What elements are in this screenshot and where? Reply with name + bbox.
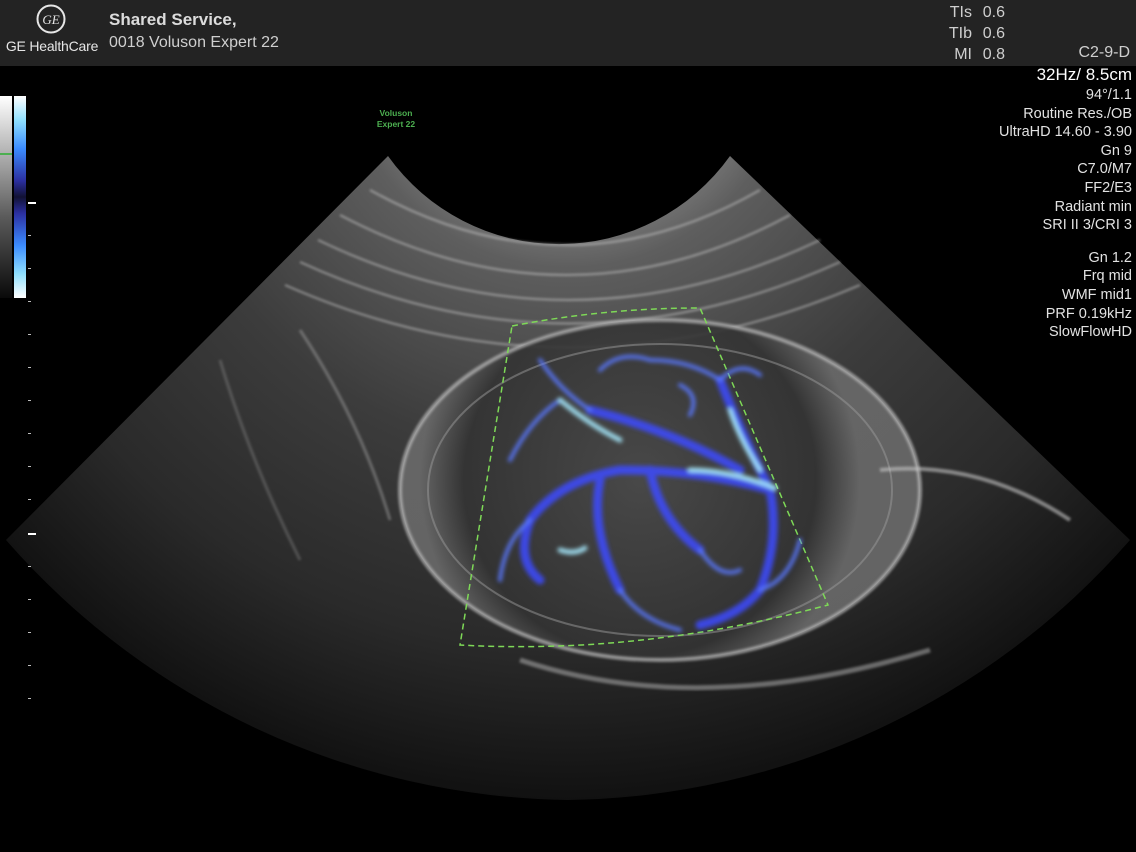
tis-label: TIs bbox=[949, 4, 972, 21]
depth-tick-major bbox=[28, 533, 36, 535]
frame-rate-depth: 32Hz/ 8.5cm bbox=[1036, 65, 1132, 84]
logo-text: GE HealthCare bbox=[5, 38, 99, 54]
cm-param: C7.0/M7 bbox=[1077, 161, 1132, 178]
tis-row: TIs 0.6 bbox=[930, 2, 1005, 23]
angle-param: 94°/1.1 bbox=[1085, 87, 1132, 103]
safety-indices: TIs 0.6 TIb 0.6 MI 0.8 bbox=[930, 2, 1005, 65]
flow-mode-param: SlowFlowHD bbox=[1049, 324, 1132, 341]
mi-row: MI 0.8 bbox=[930, 44, 1005, 65]
depth-tick bbox=[28, 665, 31, 666]
depth-tick-major bbox=[28, 202, 36, 204]
ultrasound-image[interactable] bbox=[0, 0, 1136, 852]
radiant-param: Radiant min bbox=[1054, 198, 1132, 215]
depth-tick bbox=[28, 334, 31, 335]
prf-param: PRF 0.19kHz bbox=[1045, 305, 1132, 322]
probe-name: C2-9-D bbox=[1078, 44, 1130, 61]
color-map-bars bbox=[0, 96, 28, 298]
depth-tick bbox=[28, 599, 31, 600]
preset-param: Routine Res./OB bbox=[1023, 105, 1132, 122]
mi-label: MI bbox=[954, 46, 972, 63]
mi-value: 0.8 bbox=[982, 46, 1005, 63]
gray-map-marker bbox=[0, 153, 12, 155]
tib-value: 0.6 bbox=[982, 25, 1005, 42]
depth-tick bbox=[28, 632, 31, 633]
depth-tick bbox=[28, 235, 31, 236]
ff-param: FF2/E3 bbox=[1084, 179, 1132, 196]
color-gain-param: Gn 1.2 bbox=[1088, 249, 1132, 266]
flow-color-bar bbox=[14, 96, 26, 298]
depth-scale bbox=[28, 160, 38, 720]
depth-tick bbox=[28, 566, 31, 567]
svg-text:GE: GE bbox=[42, 12, 59, 27]
tib-label: TIb bbox=[948, 25, 972, 42]
watermark-line1: Voluson bbox=[379, 108, 413, 118]
gray-map-bar bbox=[0, 96, 12, 298]
header-bar: GE GE HealthCare Shared Service, 0018 Vo… bbox=[0, 0, 1136, 66]
depth-tick bbox=[28, 466, 31, 467]
depth-tick bbox=[28, 367, 31, 368]
watermark-line2: Expert 22 bbox=[376, 119, 416, 129]
depth-tick bbox=[28, 499, 31, 500]
depth-tick bbox=[28, 268, 31, 269]
ultrahd-param: UltraHD 14.60 - 3.90 bbox=[999, 124, 1132, 141]
device-name: 0018 Voluson Expert 22 bbox=[109, 34, 279, 51]
sri-param: SRI II 3/CRI 3 bbox=[1042, 217, 1132, 234]
ge-monogram-icon: GE bbox=[36, 4, 66, 34]
tib-row: TIb 0.6 bbox=[930, 23, 1005, 44]
gain-param: Gn 9 bbox=[1100, 142, 1132, 159]
frequency-param: Frq mid bbox=[1082, 268, 1132, 285]
imaging-parameters: 32Hz/ 8.5cm 94°/1.1 Routine Res./OB Ultr… bbox=[999, 64, 1132, 342]
tis-value: 0.6 bbox=[982, 4, 1005, 21]
depth-tick bbox=[28, 400, 31, 401]
wmf-param: WMF mid1 bbox=[1061, 286, 1132, 303]
depth-tick bbox=[28, 698, 31, 699]
depth-tick bbox=[28, 433, 31, 434]
ge-logo: GE GE HealthCare bbox=[4, 4, 98, 62]
patient-name: Shared Service, bbox=[109, 10, 237, 29]
voluson-watermark: Voluson Expert 22 bbox=[370, 108, 422, 130]
depth-tick bbox=[28, 301, 31, 302]
